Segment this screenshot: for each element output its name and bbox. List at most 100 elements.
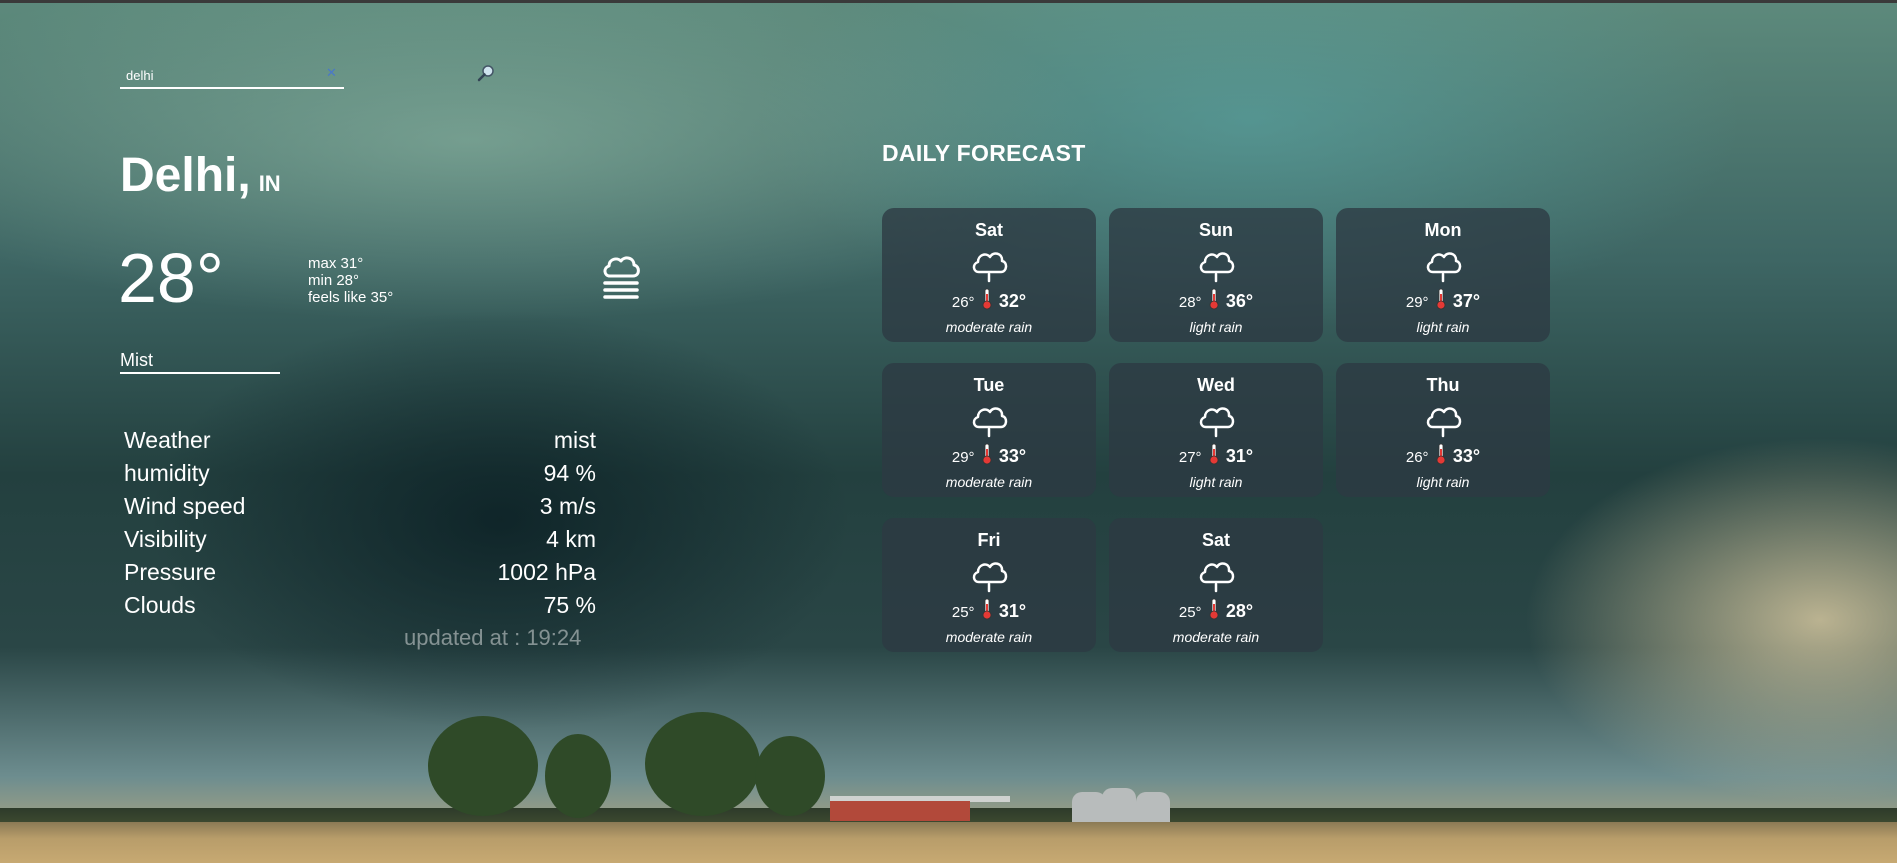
forecast-description: light rain — [1189, 474, 1243, 490]
thermometer-icon — [1209, 288, 1219, 310]
forecast-max: 36° — [1225, 291, 1254, 311]
forecast-day: Thu — [1426, 375, 1460, 395]
detail-row-pressure: Pressure 1002 hPa — [124, 559, 596, 592]
background-field — [0, 822, 1897, 863]
detail-label: Pressure — [124, 559, 217, 585]
forecast-temps: 26° 33° — [1336, 443, 1550, 467]
forecast-temps: 27° 31° — [1109, 443, 1323, 467]
forecast-day: Mon — [1424, 220, 1462, 240]
forecast-min: 29° — [1405, 294, 1429, 311]
forecast-card: Sat 25° 28° moderate rain — [1109, 518, 1323, 652]
forecast-min: 28° — [1178, 294, 1202, 311]
detail-label: Clouds — [124, 592, 196, 618]
updated-timestamp: updated at : 19:24 — [404, 625, 582, 650]
search-box: ✕ — [120, 63, 344, 89]
forecast-min: 25° — [1178, 604, 1202, 621]
forecast-card: Sat 26° 32° moderate rain — [882, 208, 1096, 342]
forecast-min: 27° — [1178, 449, 1202, 466]
temperature-range: max 31° min 28° feels like 35° — [308, 255, 393, 306]
forecast-temps: 29° 33° — [882, 443, 1096, 467]
current-temperature: 28° — [118, 239, 224, 317]
forecast-temps: 25° 31° — [882, 598, 1096, 622]
detail-value: 4 km — [546, 526, 596, 552]
forecast-day: Wed — [1197, 375, 1235, 395]
country-code: IN — [258, 171, 281, 196]
forecast-max: 31° — [998, 601, 1027, 621]
forecast-temps: 26° 32° — [882, 288, 1096, 312]
detail-row-humidity: humidity 94 % — [124, 460, 596, 493]
cloud-rain-icon — [1199, 407, 1235, 438]
thermometer-icon — [1209, 443, 1219, 465]
thermometer-icon — [1436, 288, 1446, 310]
forecast-min: 25° — [951, 604, 975, 621]
detail-label: humidity — [124, 460, 210, 486]
forecast-day: Tue — [973, 375, 1005, 395]
forecast-card: Wed 27° 31° light rain — [1109, 363, 1323, 497]
detail-label: Wind speed — [124, 493, 246, 519]
forecast-max: 31° — [1225, 446, 1254, 466]
forecast-card: Mon 29° 37° light rain — [1336, 208, 1550, 342]
window-top-border — [0, 0, 1897, 3]
background-tree — [545, 734, 611, 818]
forecast-card: Fri 25° 31° moderate rain — [882, 518, 1096, 652]
forecast-max: 28° — [1225, 601, 1254, 621]
search-input[interactable] — [124, 65, 318, 85]
forecast-min: 29° — [951, 449, 975, 466]
forecast-description: light rain — [1416, 474, 1470, 490]
forecast-description: light rain — [1189, 319, 1243, 335]
detail-value: 94 % — [543, 460, 596, 486]
weather-details-table: Weather mist humidity 94 % Wind speed 3 … — [124, 427, 596, 625]
forecast-max: 37° — [1452, 291, 1481, 311]
cloud-rain-icon — [1426, 407, 1462, 438]
forecast-min: 26° — [951, 294, 975, 311]
background-tree — [645, 712, 760, 816]
thermometer-icon — [982, 443, 992, 465]
feels-like-temperature: feels like 35° — [308, 289, 394, 306]
thermometer-icon — [1436, 443, 1446, 465]
forecast-day: Sat — [1201, 530, 1230, 550]
background-barn — [830, 801, 970, 821]
cloud-rain-icon — [972, 407, 1008, 438]
detail-value: 75 % — [543, 592, 596, 618]
thermometer-icon — [982, 598, 992, 620]
cloud-rain-icon — [972, 252, 1008, 283]
background-tree — [755, 736, 825, 816]
max-temperature: max 31° — [308, 255, 364, 272]
forecast-day: Fri — [977, 530, 1001, 550]
detail-value: 1002 hPa — [497, 559, 596, 585]
thermometer-icon — [1209, 598, 1219, 620]
weather-description: Mist — [120, 350, 280, 374]
detail-row-clouds: Clouds 75 % — [124, 592, 596, 625]
magnifier-icon — [477, 65, 494, 82]
detail-label: Weather — [124, 427, 211, 453]
thermometer-icon — [982, 288, 992, 310]
forecast-description: moderate rain — [945, 319, 1033, 335]
forecast-description: moderate rain — [945, 629, 1033, 645]
forecast-card: Thu 26° 33° light rain — [1336, 363, 1550, 497]
background-silo — [1072, 792, 1106, 822]
close-icon[interactable]: ✕ — [326, 65, 337, 81]
detail-label: Visibility — [124, 526, 207, 552]
background-tree — [428, 716, 538, 816]
background-silo — [1102, 788, 1136, 822]
forecast-description: moderate rain — [1172, 629, 1260, 645]
forecast-description: moderate rain — [945, 474, 1033, 490]
forecast-temps: 28° 36° — [1109, 288, 1323, 312]
forecast-max: 32° — [998, 291, 1027, 311]
forecast-card: Sun 28° 36° light rain — [1109, 208, 1323, 342]
city-name: Delhi, IN — [120, 148, 281, 203]
forecast-temps: 25° 28° — [1109, 598, 1323, 622]
forecast-description: light rain — [1416, 319, 1470, 335]
forecast-temps: 29° 37° — [1336, 288, 1550, 312]
forecast-card: Tue 29° 33° moderate rain — [882, 363, 1096, 497]
detail-value: mist — [553, 427, 596, 453]
detail-row-visibility: Visibility 4 km — [124, 526, 596, 559]
cloud-rain-icon — [1426, 252, 1462, 283]
mist-icon — [600, 252, 642, 300]
search-button[interactable] — [476, 64, 496, 84]
forecast-max: 33° — [1452, 446, 1481, 466]
cloud-rain-icon — [972, 562, 1008, 593]
city-label: Delhi, — [120, 149, 251, 202]
min-temperature: min 28° — [308, 272, 360, 289]
forecast-min: 26° — [1405, 449, 1429, 466]
